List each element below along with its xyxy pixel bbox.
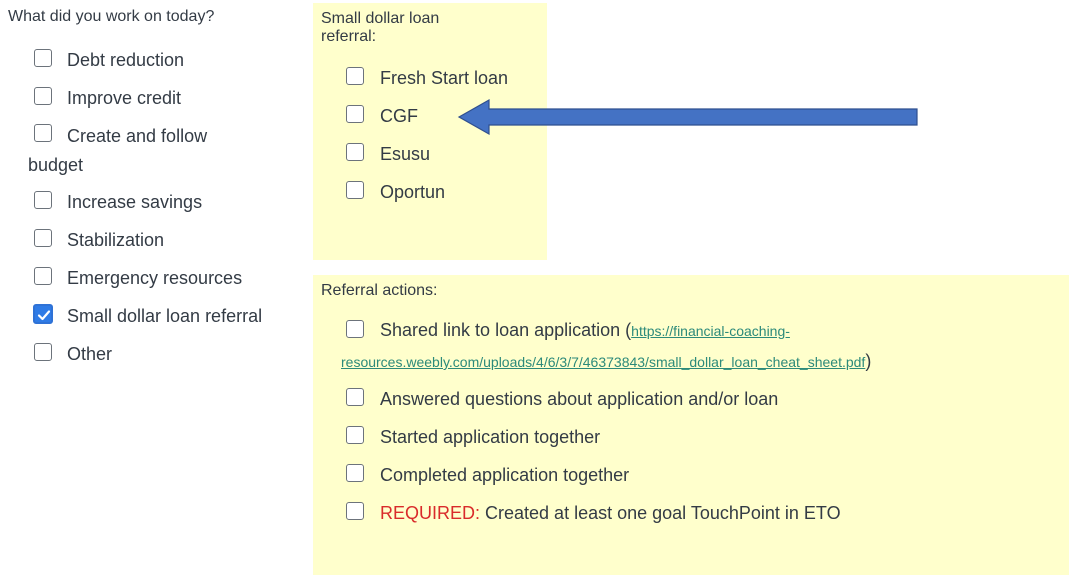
option-label: Answered questions about application and… bbox=[380, 389, 779, 409]
checkbox[interactable] bbox=[346, 143, 364, 161]
shared-link-label: Shared link to loan application (https:/… bbox=[380, 318, 790, 343]
required-touchpoint-label: REQUIRED: Created at least one goal Touc… bbox=[380, 501, 841, 525]
option-label: Started application together bbox=[380, 427, 601, 447]
checkbox[interactable] bbox=[346, 464, 364, 482]
checkbox[interactable] bbox=[346, 502, 364, 520]
required-text: Created at least one goal TouchPoint in … bbox=[480, 503, 841, 523]
option-label: Small dollar loan referral bbox=[67, 306, 263, 326]
shared-link-closing: ) bbox=[865, 351, 872, 371]
option-label: Create and follow bbox=[67, 126, 208, 146]
option-label: Esusu bbox=[380, 144, 431, 164]
loan-cheat-sheet-link-continued[interactable]: resources.weebly.com/uploads/4/6/3/7/463… bbox=[341, 354, 865, 370]
checkbox[interactable] bbox=[34, 229, 52, 247]
loan-referral-title: Small dollar loan referral: bbox=[321, 10, 439, 46]
checkbox[interactable] bbox=[34, 267, 52, 285]
option-label: Stabilization bbox=[67, 230, 165, 250]
option-label-continued: budget bbox=[28, 155, 84, 175]
checkbox[interactable] bbox=[34, 49, 52, 67]
loan-cheat-sheet-link[interactable]: https://financial-coaching- bbox=[631, 323, 790, 339]
option-label: Emergency resources bbox=[67, 268, 243, 288]
option-label: Other bbox=[67, 344, 113, 364]
loan-referral-title-line2: referral: bbox=[321, 28, 377, 45]
option-label: Fresh Start loan bbox=[380, 68, 509, 88]
checkbox[interactable] bbox=[346, 388, 364, 406]
checkbox[interactable] bbox=[34, 87, 52, 105]
shared-link-label-continued: resources.weebly.com/uploads/4/6/3/7/463… bbox=[341, 349, 871, 374]
left-arrow-icon bbox=[457, 98, 918, 136]
checkbox-checked[interactable] bbox=[33, 304, 53, 324]
required-marker: REQUIRED: bbox=[380, 503, 481, 523]
option-label: Debt reduction bbox=[67, 50, 185, 70]
option-label: Completed application together bbox=[380, 465, 630, 485]
work-question: What did you work on today? bbox=[8, 8, 215, 25]
shared-link-text: Shared link to loan application ( bbox=[380, 320, 632, 340]
loan-referral-title-line1: Small dollar loan bbox=[321, 10, 440, 27]
checkbox[interactable] bbox=[34, 124, 52, 142]
checkbox[interactable] bbox=[346, 105, 364, 123]
option-label: Increase savings bbox=[67, 192, 203, 212]
option-label: Improve credit bbox=[67, 88, 182, 108]
option-label: Oportun bbox=[380, 182, 446, 202]
option-label: CGF bbox=[380, 106, 418, 126]
referral-actions-title: Referral actions: bbox=[321, 282, 438, 299]
checkbox[interactable] bbox=[34, 343, 52, 361]
checkbox[interactable] bbox=[346, 181, 364, 199]
checkbox[interactable] bbox=[34, 191, 52, 209]
checkbox[interactable] bbox=[346, 320, 364, 338]
checkbox[interactable] bbox=[346, 426, 364, 444]
checkbox[interactable] bbox=[346, 67, 364, 85]
checkmark-icon bbox=[37, 310, 51, 321]
